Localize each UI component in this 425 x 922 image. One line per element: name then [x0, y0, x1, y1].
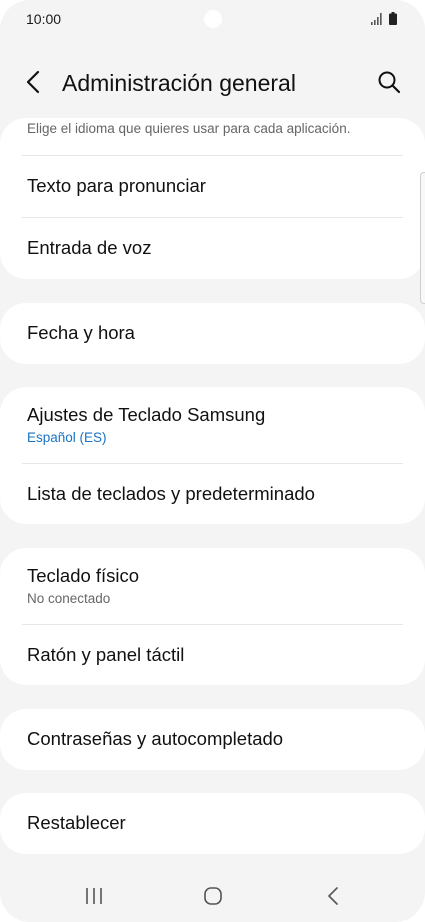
- physical-keyboard-status: No conectado: [27, 591, 111, 606]
- tts-item[interactable]: Texto para pronunciar: [27, 175, 403, 197]
- date-time-card: Fecha y hora: [0, 303, 425, 364]
- mouse-touchpad-item[interactable]: Ratón y panel táctil: [27, 644, 403, 666]
- divider: [22, 217, 403, 218]
- passwords-item[interactable]: Contraseñas y autocompletado: [27, 728, 403, 750]
- app-bar: Administración general: [0, 52, 425, 114]
- divider: [22, 155, 403, 156]
- navigation-bar: [0, 866, 425, 922]
- back-icon[interactable]: [324, 886, 344, 906]
- status-bar: 10:00: [0, 0, 425, 40]
- samsung-keyboard-language: Español (ES): [27, 430, 107, 445]
- keyboard-list-label: Lista de teclados y predeterminado: [27, 483, 315, 504]
- date-time-label: Fecha y hora: [27, 322, 135, 343]
- status-time: 10:00: [26, 11, 62, 27]
- language-subtitle-cut: Elige el idioma que quieres usar para ca…: [27, 121, 351, 136]
- reset-item[interactable]: Restablecer: [27, 812, 403, 834]
- tts-label: Texto para pronunciar: [27, 175, 206, 196]
- physical-keyboard-card: Teclado físico No conectado Ratón y pane…: [0, 548, 425, 685]
- reset-label: Restablecer: [27, 812, 126, 833]
- camera-cutout: [204, 10, 222, 28]
- signal-icon: [371, 13, 382, 25]
- page-title: Administración general: [62, 70, 296, 96]
- keyboard-list-item[interactable]: Lista de teclados y predeterminado: [27, 483, 403, 505]
- home-icon[interactable]: [203, 886, 223, 906]
- battery-icon: [389, 12, 397, 25]
- samsung-keyboard-label: Ajustes de Teclado Samsung: [27, 404, 266, 425]
- voice-input-item[interactable]: Entrada de voz: [27, 237, 403, 259]
- samsung-keyboard-item[interactable]: Ajustes de Teclado Samsung Español (ES): [27, 404, 403, 445]
- reset-card: Restablecer: [0, 793, 425, 854]
- date-time-item[interactable]: Fecha y hora: [27, 322, 403, 344]
- passwords-label: Contraseñas y autocompletado: [27, 728, 284, 749]
- passwords-card: Contraseñas y autocompletado: [0, 709, 425, 770]
- keyboard-card: Ajustes de Teclado Samsung Español (ES) …: [0, 387, 425, 524]
- language-card: Elige el idioma que quieres usar para ca…: [0, 118, 425, 279]
- scrollbar[interactable]: [420, 172, 425, 304]
- divider: [22, 624, 403, 625]
- search-icon[interactable]: [375, 68, 403, 96]
- recents-icon[interactable]: [84, 886, 104, 906]
- physical-keyboard-item[interactable]: Teclado físico No conectado: [27, 565, 403, 606]
- back-arrow-icon[interactable]: [20, 68, 48, 96]
- divider: [22, 463, 403, 464]
- mouse-touchpad-label: Ratón y panel táctil: [27, 644, 185, 665]
- physical-keyboard-label: Teclado físico: [27, 565, 140, 586]
- phone-screen: 10:00 Administración general Elige el id…: [0, 0, 425, 922]
- voice-input-label: Entrada de voz: [27, 237, 152, 258]
